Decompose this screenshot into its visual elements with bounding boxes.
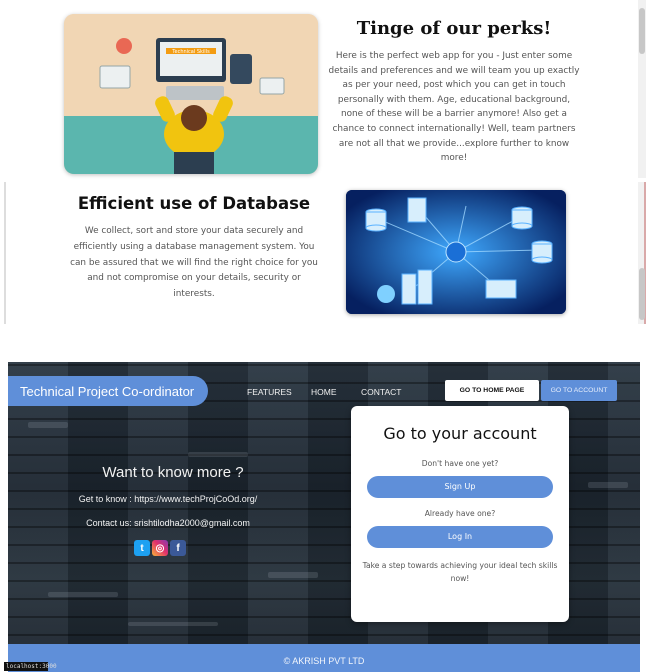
account-card-tagline: Take a step towards achieving your ideal… — [362, 561, 558, 583]
database-title: Efficient use of Database — [77, 194, 311, 213]
wall-texture — [128, 622, 218, 626]
sign-up-button[interactable]: Sign Up — [367, 476, 553, 498]
scrollbar-thumb-2[interactable] — [639, 268, 645, 320]
log-in-button[interactable]: Log In — [367, 526, 553, 548]
screen-caption: Technical Skills — [171, 49, 210, 55]
no-account-text: Don't have one yet? — [421, 459, 499, 468]
twitter-icon[interactable]: t — [134, 540, 150, 556]
nav-link-contact[interactable]: CONTACT — [361, 387, 401, 397]
wall-texture — [268, 572, 318, 578]
wall-texture — [188, 452, 248, 457]
scrollbar-thumb[interactable] — [639, 8, 645, 54]
workspace-illustration: Technical Skills — [64, 14, 318, 174]
website-link[interactable]: Get to know : https://www.techProjCoOd.o… — [38, 494, 298, 504]
brand-name: Technical Project Co-ordinator — [20, 383, 195, 399]
database-text-block: Efficient use of Database We collect, so… — [66, 194, 322, 303]
wall-texture — [28, 422, 68, 428]
instagram-icon[interactable]: ◎ — [152, 540, 168, 556]
status-url: localhost:3000 — [4, 662, 57, 671]
social-links: t ◎ f — [134, 540, 186, 556]
nav-link-home[interactable]: HOME — [311, 387, 337, 397]
know-more-heading: Want to know more ? — [102, 464, 244, 481]
go-to-home-page-button[interactable]: GO TO HOME PAGE — [445, 380, 539, 401]
contact-email[interactable]: Contact us: srishtilodha2000@gmail.com — [38, 518, 298, 528]
perks-title: Tinge of our perks! — [356, 18, 552, 39]
nav-link-features[interactable]: FEATURES — [247, 387, 292, 397]
footer-page: Technical Project Co-ordinator FEATURES … — [8, 362, 640, 672]
brand-logo[interactable]: Technical Project Co-ordinator — [8, 376, 208, 406]
database-section: Efficient use of Database We collect, so… — [4, 182, 642, 324]
perks-section: Technical Skills Tinge of our perks! Her… — [4, 0, 642, 178]
copyright-text: © AKRISH PVT LTD — [283, 656, 365, 666]
database-illustration — [346, 190, 566, 314]
perks-text-block: Tinge of our perks! Here is the perfect … — [326, 18, 582, 166]
account-card-title: Go to your account — [383, 424, 537, 443]
database-description: We collect, sort and store your data sec… — [70, 226, 318, 300]
wall-texture — [48, 592, 118, 597]
account-card: Go to your account Don't have one yet? S… — [351, 406, 569, 622]
go-to-account-button[interactable]: GO TO ACCOUNT — [541, 380, 617, 401]
perks-description: Here is the perfect web app for you - Ju… — [328, 51, 580, 164]
facebook-icon[interactable]: f — [170, 540, 186, 556]
wall-texture — [588, 482, 628, 488]
have-account-text: Already have one? — [424, 509, 496, 518]
